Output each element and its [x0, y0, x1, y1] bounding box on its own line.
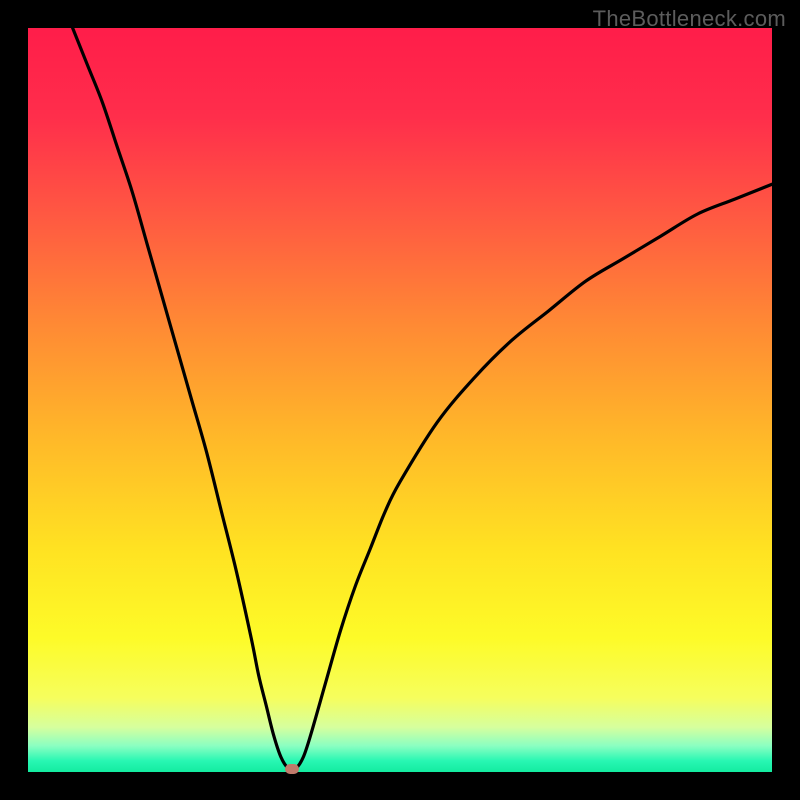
bottleneck-curve — [73, 28, 772, 770]
curve-layer — [28, 28, 772, 772]
optimal-point-marker — [285, 764, 299, 774]
chart-wrapper: TheBottleneck.com — [0, 0, 800, 800]
watermark-label: TheBottleneck.com — [593, 6, 786, 32]
plot-area — [28, 28, 772, 772]
